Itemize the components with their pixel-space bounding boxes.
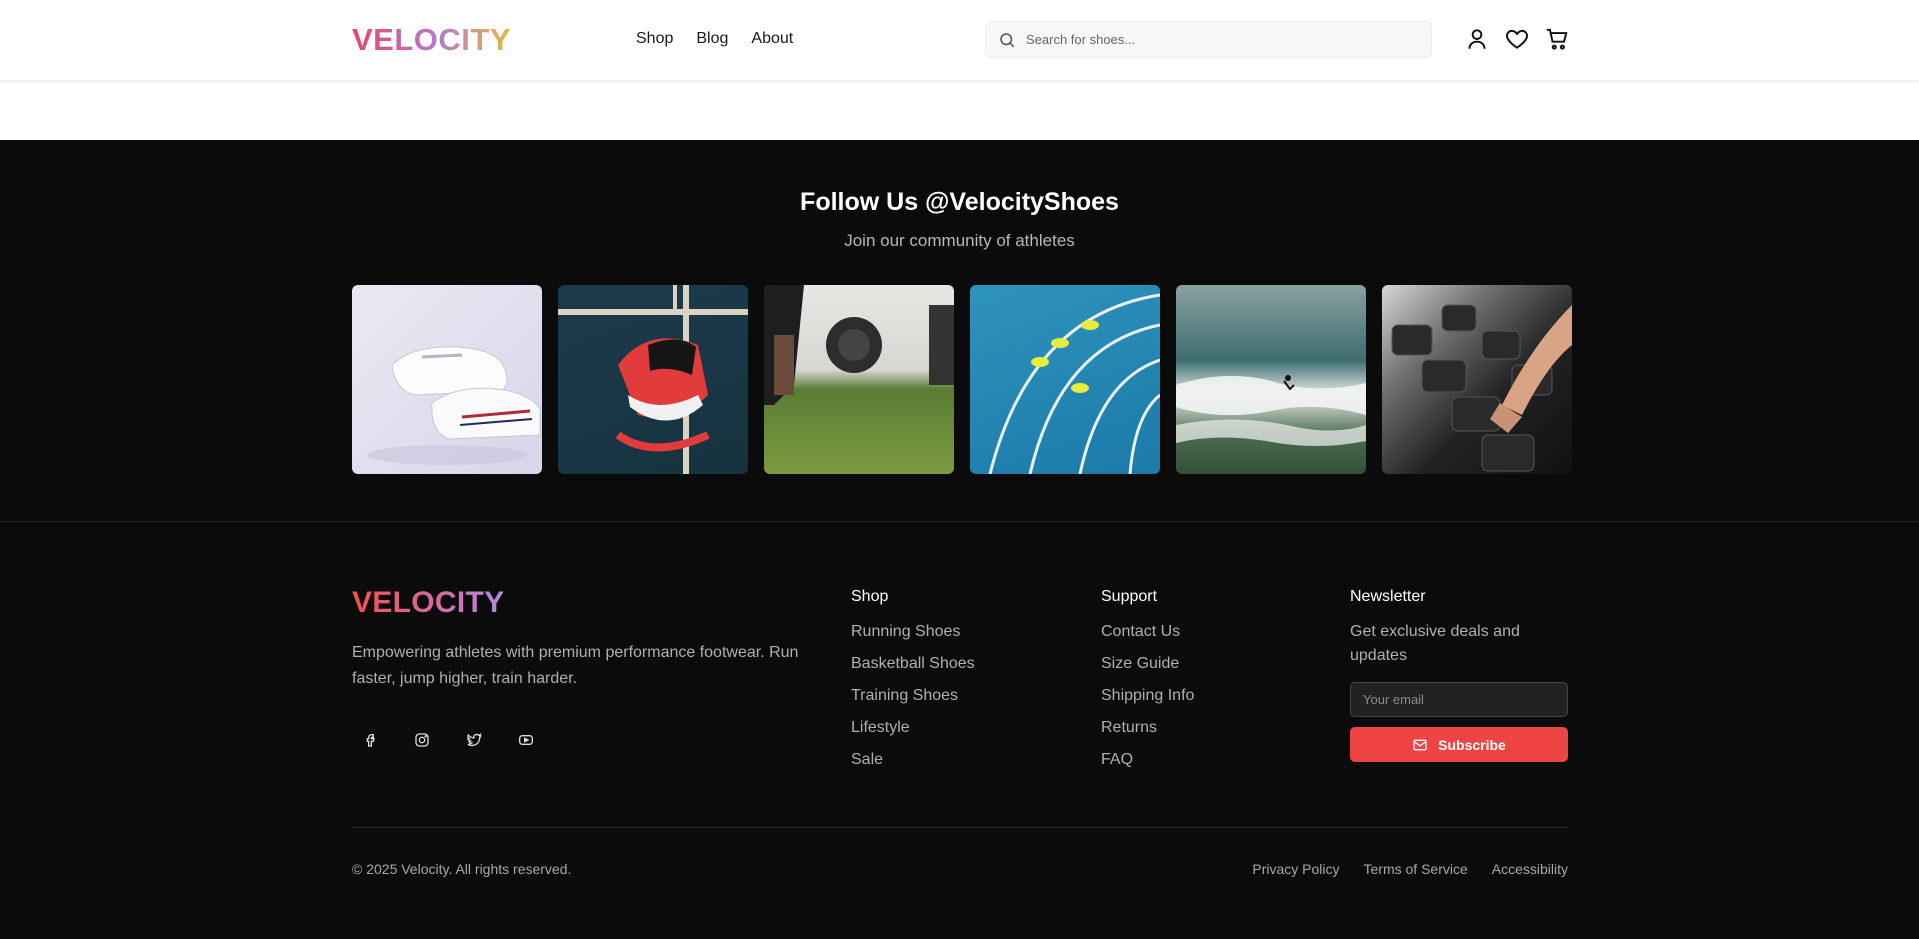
social-feed-section: Follow Us @VelocityShoes Join our commun… — [0, 140, 1919, 522]
content-spacer — [0, 80, 1919, 140]
header-actions — [1464, 26, 1570, 52]
footer-logo[interactable]: VELOCITY — [352, 586, 504, 620]
gallery-image-running-track[interactable] — [970, 285, 1160, 474]
gallery-image-basketball-shoe[interactable] — [558, 285, 748, 474]
footer-link-sale[interactable]: Sale — [851, 750, 975, 770]
newsletter-email-input[interactable] — [1350, 682, 1568, 717]
footer-shop-heading: Shop — [851, 588, 889, 605]
footer-tagline: Empowering athletes with premium perform… — [352, 644, 799, 687]
social-subtitle: Join our community of athletes — [844, 231, 1075, 250]
search-icon — [1000, 33, 1015, 48]
footer-support-heading: Support — [1101, 588, 1158, 605]
social-title: Follow Us @VelocityShoes — [800, 188, 1119, 216]
gallery-image-surfing[interactable] — [1176, 285, 1366, 474]
mail-icon — [1413, 739, 1427, 750]
footer-newsletter-column: Newsletter Get exclusive deals and updat… — [1350, 588, 1568, 762]
youtube-icon[interactable] — [508, 722, 544, 758]
footer-divider — [352, 827, 1568, 828]
twitter-icon[interactable] — [456, 722, 492, 758]
nav-about[interactable]: About — [751, 30, 793, 48]
privacy-policy-link[interactable]: Privacy Policy — [1252, 861, 1339, 877]
instagram-icon[interactable] — [404, 722, 440, 758]
footer-link-training-shoes[interactable]: Training Shoes — [851, 686, 975, 706]
search-input[interactable] — [1026, 22, 1416, 57]
newsletter-heading: Newsletter — [1350, 588, 1426, 605]
newsletter-text: Get exclusive deals and updates — [1350, 623, 1520, 664]
accessibility-link[interactable]: Accessibility — [1492, 861, 1568, 877]
site-header: VELOCITY Shop Blog About — [0, 0, 1919, 80]
social-gallery — [352, 285, 1572, 474]
main-nav: Shop Blog About — [636, 30, 793, 48]
facebook-icon[interactable] — [352, 722, 388, 758]
subscribe-label: Subscribe — [1438, 736, 1506, 753]
gallery-image-sneakers[interactable] — [352, 285, 542, 474]
footer-link-lifestyle[interactable]: Lifestyle — [851, 718, 975, 738]
footer-link-basketball-shoes[interactable]: Basketball Shoes — [851, 654, 975, 674]
user-icon[interactable] — [1464, 26, 1490, 52]
footer-shop-column: Shop Running Shoes Basketball Shoes Trai… — [851, 588, 975, 782]
footer-link-returns[interactable]: Returns — [1101, 718, 1194, 738]
gallery-image-gym-workout[interactable] — [764, 285, 954, 474]
legal-links: Privacy Policy Terms of Service Accessib… — [1252, 861, 1568, 877]
copyright-text: © 2025 Velocity. All rights reserved. — [352, 861, 572, 877]
footer-link-contact-us[interactable]: Contact Us — [1101, 622, 1194, 642]
heart-icon[interactable] — [1504, 26, 1530, 52]
subscribe-button[interactable]: Subscribe — [1350, 727, 1568, 762]
site-footer: VELOCITY Empowering athletes with premiu… — [0, 522, 1919, 939]
nav-shop[interactable]: Shop — [636, 30, 673, 48]
gallery-image-dumbbells[interactable] — [1382, 285, 1572, 474]
footer-social-links — [352, 722, 544, 758]
header-logo[interactable]: VELOCITY — [352, 22, 511, 58]
nav-blog[interactable]: Blog — [696, 30, 728, 48]
footer-link-running-shoes[interactable]: Running Shoes — [851, 622, 975, 642]
footer-link-shipping-info[interactable]: Shipping Info — [1101, 686, 1194, 706]
terms-of-service-link[interactable]: Terms of Service — [1364, 861, 1468, 877]
footer-link-size-guide[interactable]: Size Guide — [1101, 654, 1194, 674]
footer-link-faq[interactable]: FAQ — [1101, 750, 1194, 770]
search-box — [985, 21, 1432, 58]
cart-icon[interactable] — [1544, 26, 1570, 52]
footer-support-column: Support Contact Us Size Guide Shipping I… — [1101, 588, 1194, 782]
